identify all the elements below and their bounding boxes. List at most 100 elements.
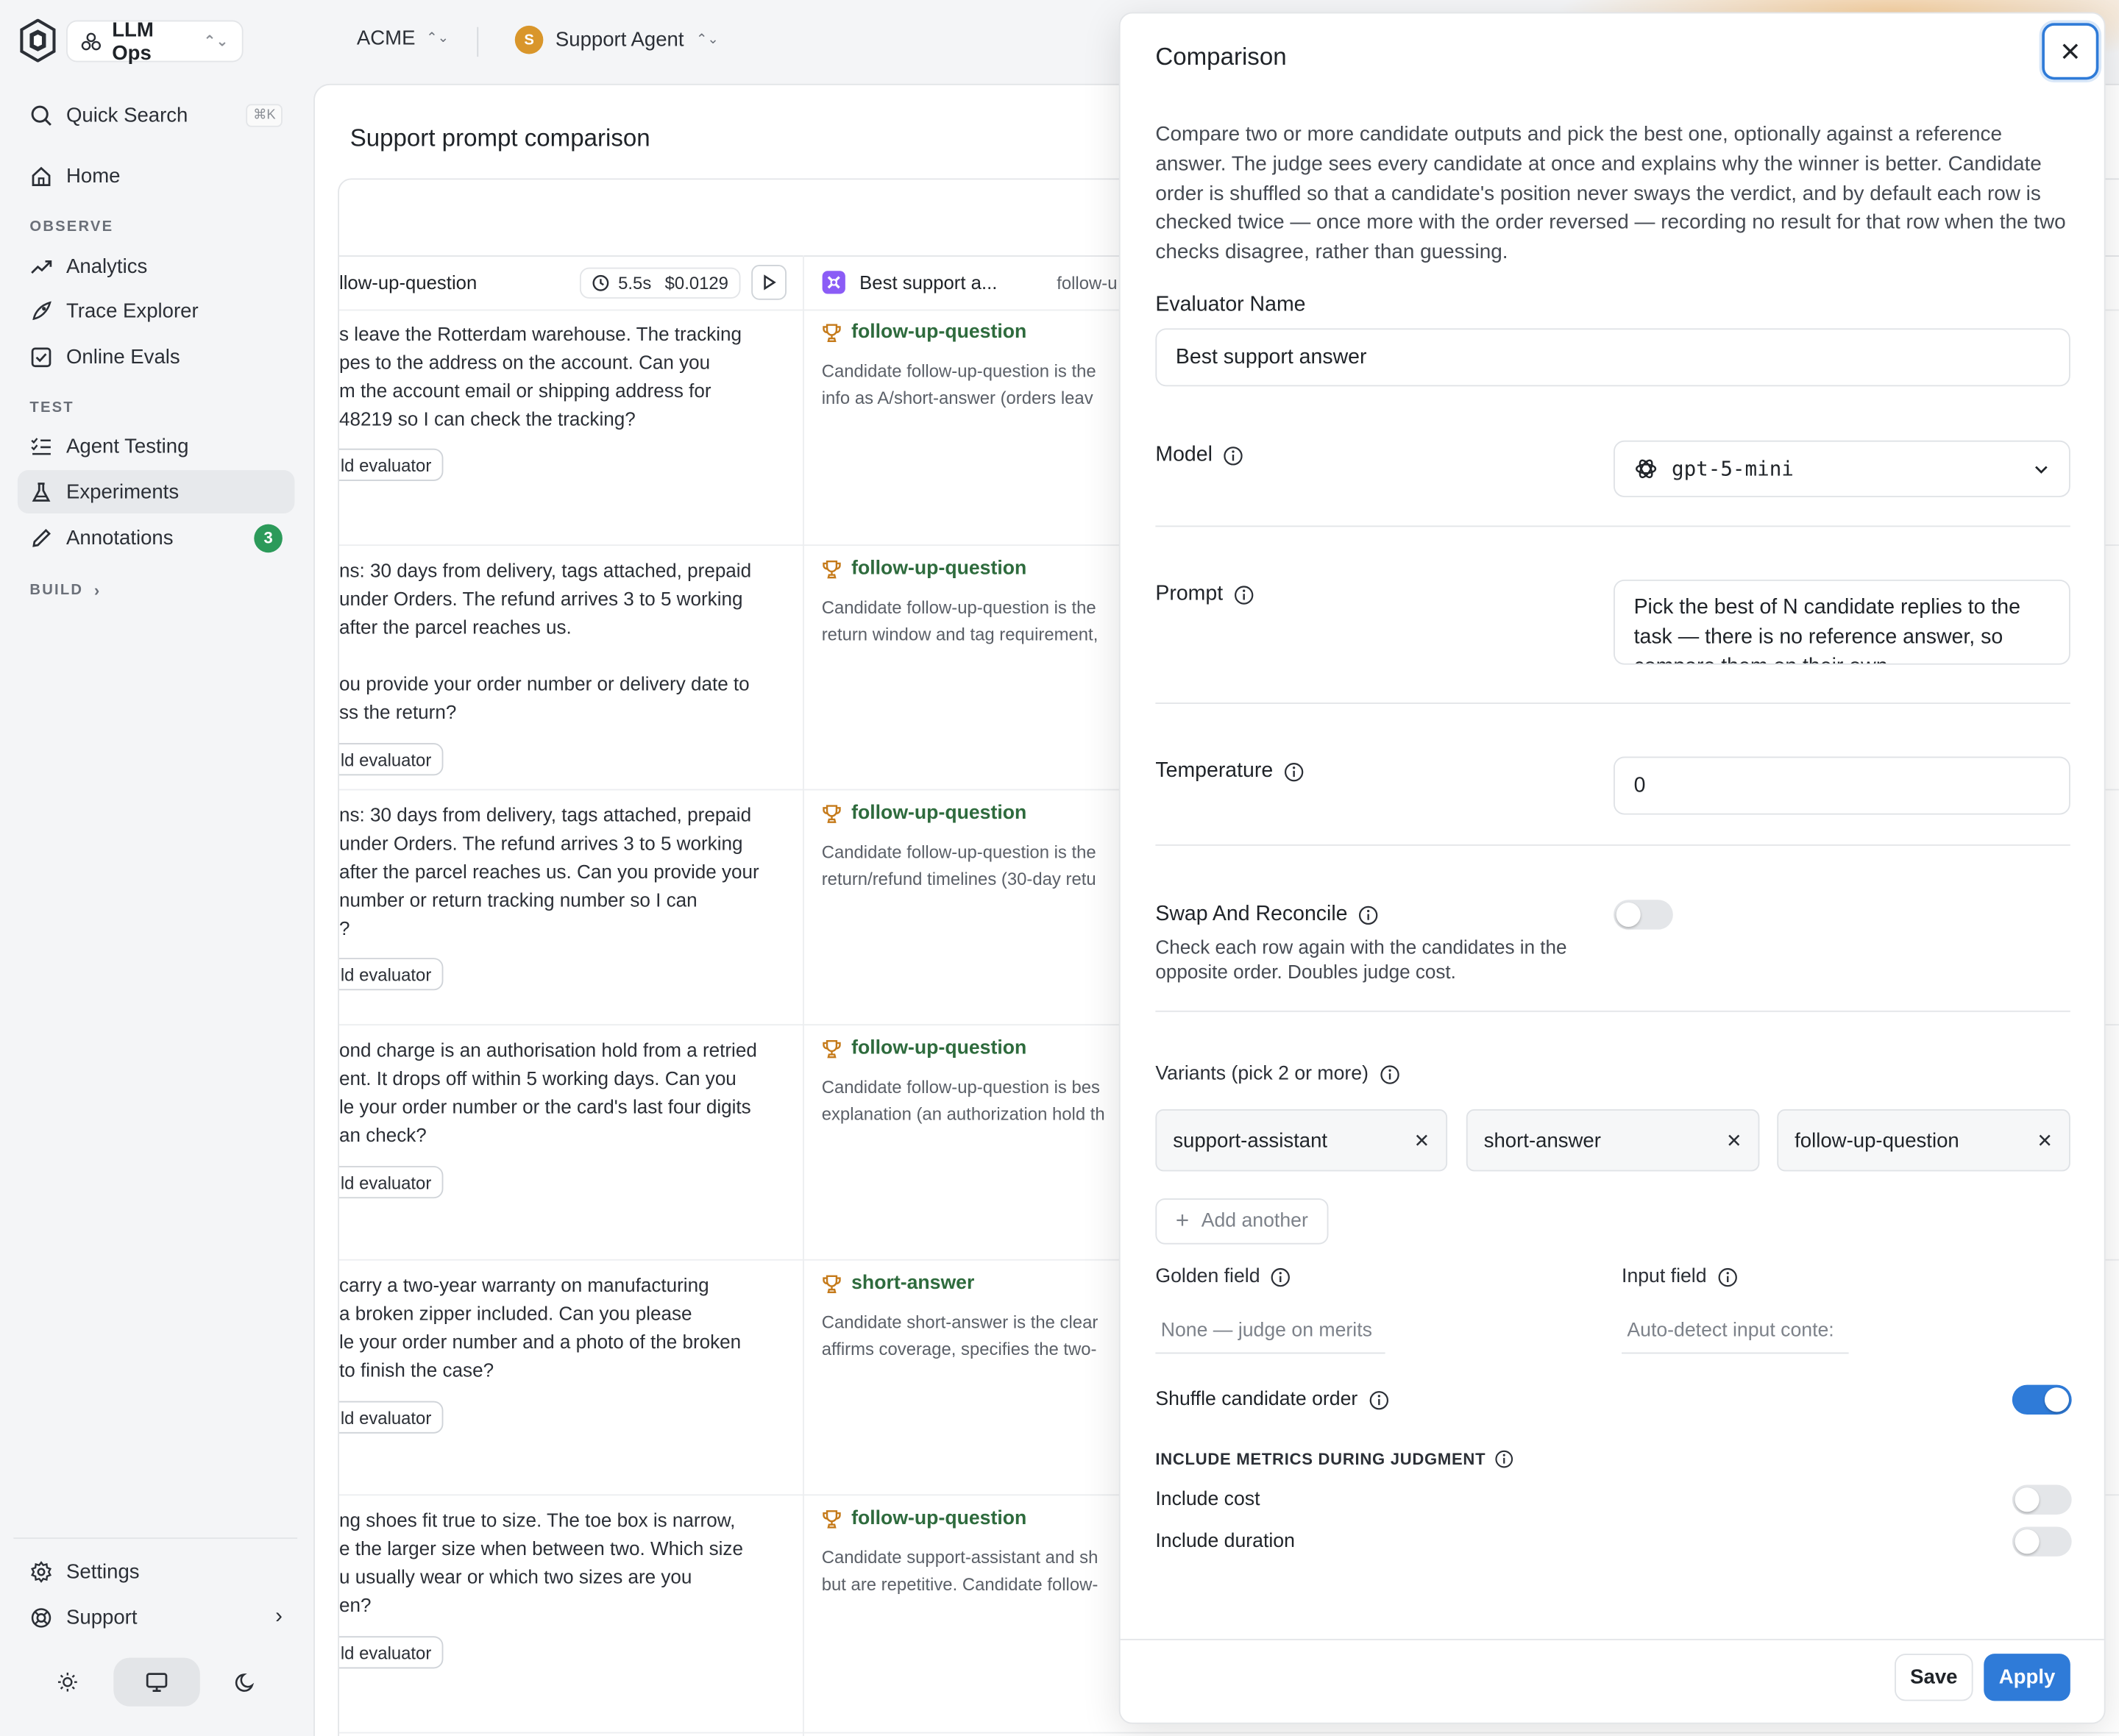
sidebar-item-trace-explorer[interactable]: Trace Explorer — [18, 289, 295, 332]
close-button[interactable] — [2042, 23, 2099, 80]
workspace-switcher[interactable]: LLM Ops ⌃⌄ — [65, 18, 244, 64]
info-icon[interactable] — [1271, 1267, 1291, 1287]
variant-chip[interactable]: support-assistant ✕ — [1155, 1109, 1448, 1172]
monitor-icon — [146, 1673, 168, 1693]
lifebuoy-icon — [31, 1607, 52, 1627]
variant-name: support-assistant — [1173, 1128, 1328, 1152]
app-root: LLM Ops ⌃⌄ Quick Search ⌘K Home OBSERVE … — [0, 0, 2119, 1736]
swap-toggle[interactable] — [1614, 900, 1673, 930]
column-header-sub: follow-u — [1057, 272, 1118, 293]
sun-icon — [57, 1672, 77, 1692]
play-icon — [764, 274, 776, 291]
winner-label: short-answer — [822, 1273, 974, 1295]
divider — [1155, 702, 2070, 704]
sidebar: LLM Ops ⌃⌄ Quick Search ⌘K Home OBSERVE … — [0, 0, 313, 1736]
sidebar-item-annotations[interactable]: Annotations 3 — [18, 516, 295, 560]
shortcut-hint: ⌘K — [246, 103, 283, 127]
evaluator-icon — [822, 271, 845, 294]
column-header-label: llow-up-question — [339, 271, 478, 294]
org-switcher[interactable]: ACME ⌃⌄ — [357, 27, 449, 50]
sidebar-item-online-evals[interactable]: Online Evals — [18, 335, 295, 379]
variant-name: short-answer — [1483, 1128, 1601, 1152]
swap-helper-text: Check each row again with the candidates… — [1155, 937, 1567, 984]
info-icon[interactable] — [1358, 905, 1379, 925]
brand-logo-icon[interactable] — [19, 18, 57, 63]
chevron-updown-icon: ⌃⌄ — [203, 33, 229, 50]
comparison-panel: Comparison Compare two or more candidate… — [1118, 12, 2106, 1724]
add-evaluator-button[interactable]: ld evaluator — [339, 1401, 444, 1434]
info-icon[interactable] — [1717, 1267, 1738, 1287]
golden-field-label: Golden field — [1155, 1266, 1291, 1287]
sidebar-item-label: Analytics — [65, 255, 148, 278]
sidebar-item-agent-testing[interactable]: Agent Testing — [18, 424, 295, 468]
include-cost-toggle[interactable] — [2012, 1484, 2072, 1515]
winner-reason: Candidate follow-up-question is bes expl… — [822, 1074, 1132, 1128]
variant-chip[interactable]: follow-up-question ✕ — [1777, 1109, 2070, 1172]
remove-variant-icon[interactable]: ✕ — [2037, 1129, 2053, 1152]
info-icon[interactable] — [1495, 1450, 1514, 1469]
apply-button[interactable]: Apply — [1984, 1654, 2070, 1701]
section-build-toggle[interactable]: BUILD › — [29, 581, 101, 600]
chevron-updown-icon: ⌃⌄ — [696, 32, 719, 48]
info-icon[interactable] — [1224, 445, 1244, 466]
metrics-section-label: INCLUDE METRICS DURING JUDGMENT — [1155, 1450, 1514, 1469]
add-evaluator-button[interactable]: ld evaluator — [339, 743, 444, 776]
variant-chip[interactable]: short-answer ✕ — [1466, 1109, 1760, 1172]
prompt-textarea[interactable]: Pick the best of N candidate replies to … — [1614, 579, 2070, 665]
sidebar-item-label: Trace Explorer — [65, 299, 199, 323]
list-check-icon — [31, 437, 51, 455]
evaluator-name-input[interactable] — [1155, 328, 2070, 387]
save-button[interactable]: Save — [1895, 1654, 1973, 1701]
golden-field-select[interactable]: None — judge on merits — [1155, 1308, 1385, 1354]
theme-light-button[interactable] — [24, 1658, 111, 1707]
plus-icon: + — [1175, 1208, 1190, 1234]
reason-line: info as A/short-answer (orders leav — [821, 388, 1093, 408]
quick-search-button[interactable]: Quick Search ⌘K — [18, 93, 295, 137]
add-variant-button[interactable]: + Add another — [1155, 1198, 1329, 1245]
sidebar-item-label: Experiments — [65, 480, 180, 504]
add-evaluator-button[interactable]: ld evaluator — [339, 448, 444, 481]
info-icon[interactable] — [1380, 1064, 1400, 1084]
theme-dark-button[interactable] — [203, 1658, 290, 1707]
column-header-evaluator: Best support a... follow-u — [822, 255, 1118, 309]
model-select[interactable]: gpt-5-mini — [1614, 440, 2070, 497]
quick-search-label: Quick Search — [65, 103, 188, 127]
sidebar-item-settings[interactable]: Settings — [18, 1550, 295, 1593]
winner-reason: Candidate follow-up-question is the info… — [822, 358, 1132, 412]
add-variant-label: Add another — [1201, 1210, 1308, 1233]
remove-variant-icon[interactable]: ✕ — [1414, 1129, 1430, 1152]
trophy-icon — [823, 804, 841, 822]
panel-footer-divider — [1120, 1638, 2104, 1640]
run-meta-chip: 5.5s $0.0129 — [580, 266, 741, 298]
winner-reason: Candidate support-assistant and sh but a… — [822, 1544, 1132, 1598]
winner-label: follow-up-question — [822, 1037, 1027, 1059]
sidebar-item-support[interactable]: Support › — [18, 1596, 295, 1639]
swap-label-text: Swap And Reconcile — [1155, 902, 1348, 926]
add-evaluator-button[interactable]: ld evaluator — [339, 1636, 444, 1669]
run-button[interactable] — [751, 264, 787, 300]
theme-system-button[interactable] — [113, 1657, 200, 1707]
winner-name: follow-up-question — [851, 1037, 1027, 1059]
agent-switcher[interactable]: S Support Agent ⌃⌄ — [514, 25, 719, 54]
shuffle-toggle[interactable] — [2012, 1384, 2072, 1415]
sidebar-item-analytics[interactable]: Analytics — [18, 244, 295, 288]
info-icon[interactable] — [1369, 1390, 1389, 1410]
add-evaluator-button[interactable]: ld evaluator — [339, 958, 444, 991]
sidebar-item-experiments[interactable]: Experiments — [17, 470, 295, 513]
input-field-select[interactable]: Auto-detect input conte: — [1622, 1308, 1849, 1354]
trend-icon — [31, 260, 52, 274]
include-duration-toggle[interactable] — [2012, 1526, 2072, 1557]
info-icon[interactable] — [1284, 761, 1305, 782]
reason-line: return/refund timelines (30-day retu — [821, 868, 1096, 889]
sidebar-item-home[interactable]: Home — [18, 154, 295, 197]
info-icon[interactable] — [1234, 584, 1254, 605]
reason-line: Candidate support-assistant and sh — [821, 1547, 1098, 1568]
sidebar-item-label: Support — [65, 1605, 138, 1629]
sidebar-item-label: Annotations — [65, 526, 174, 549]
response-text: ns: 30 days from delivery, tags attached… — [339, 805, 759, 941]
response-text: s leave the Rotterdam warehouse. The tra… — [339, 324, 742, 431]
add-evaluator-button[interactable]: ld evaluator — [339, 1166, 444, 1199]
shuffle-label: Shuffle candidate order — [1155, 1389, 1389, 1411]
remove-variant-icon[interactable]: ✕ — [1726, 1129, 1742, 1152]
temperature-input[interactable] — [1614, 756, 2070, 815]
